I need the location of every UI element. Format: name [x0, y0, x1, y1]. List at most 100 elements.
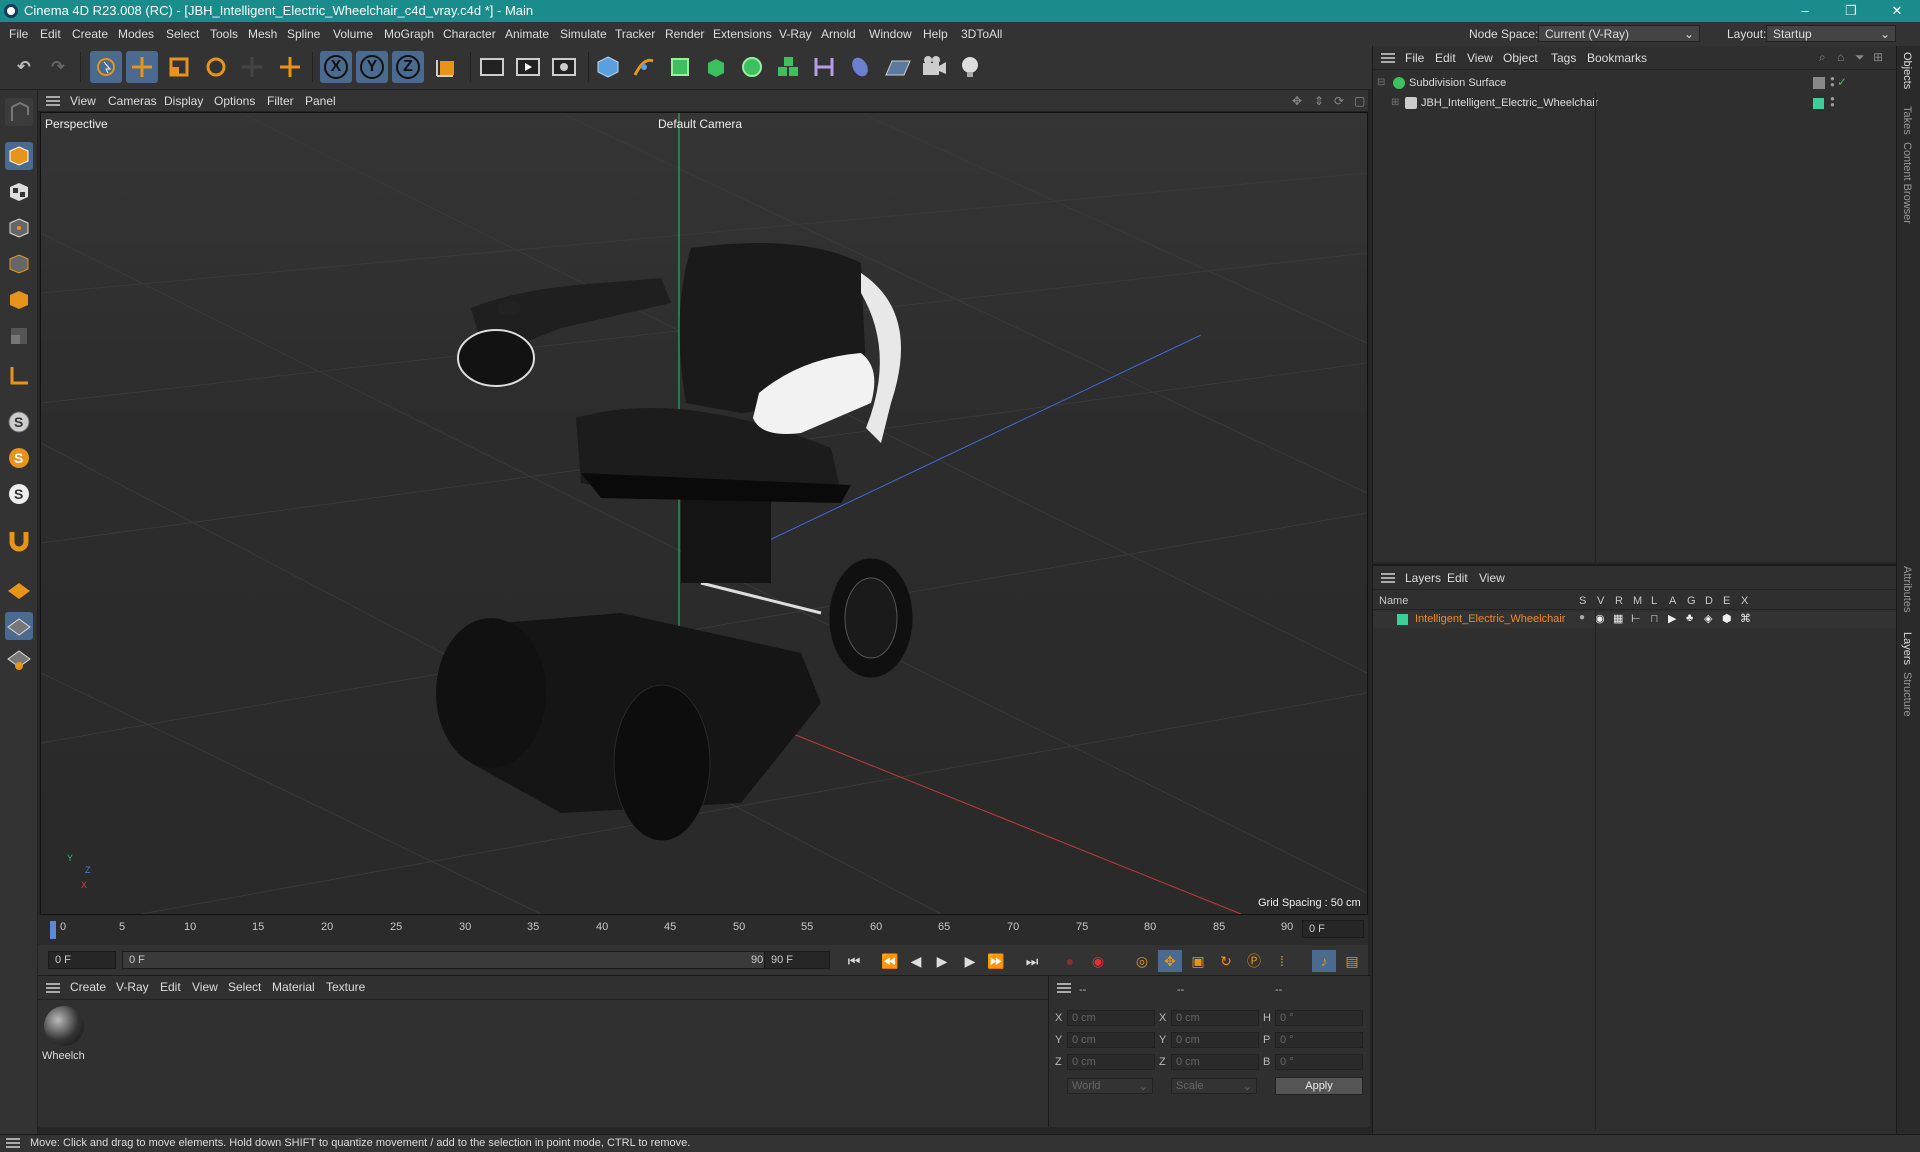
wheelchair-model[interactable] — [436, 243, 914, 842]
filter-icon[interactable]: ⏷ — [1855, 50, 1865, 65]
menu-file[interactable]: File — [9, 27, 28, 41]
rotate-tool-icon[interactable] — [200, 51, 232, 83]
tab-objects[interactable]: Objects — [1901, 52, 1913, 89]
menu-volume[interactable]: Volume — [333, 27, 373, 41]
object-menu-tags[interactable]: Tags — [1551, 51, 1576, 65]
next-key-icon[interactable]: ⏩ — [984, 950, 1008, 972]
coordinate-mode-dropdown[interactable]: World ⌄ — [1067, 1078, 1153, 1094]
rotation-b-field[interactable]: 0 ° — [1275, 1054, 1363, 1070]
deformers-icon[interactable]: ◈ — [1704, 612, 1712, 625]
object-row[interactable]: ⊟ Subdivision Surface ● ● ✓ — [1373, 75, 1897, 92]
manager-hierarchy-icon[interactable]: ⊢ — [1631, 612, 1641, 625]
undo-icon[interactable]: ↶ — [8, 51, 40, 83]
uv-mode-icon[interactable] — [5, 322, 33, 350]
layout-dropdown[interactable]: Startup ⌄ — [1766, 25, 1896, 42]
layer-color-icon[interactable] — [1813, 98, 1824, 109]
menu-render[interactable]: Render — [665, 27, 704, 41]
column-e[interactable]: E — [1723, 595, 1730, 607]
object-menu-edit[interactable]: Edit — [1435, 51, 1456, 65]
record-disabled-icon[interactable]: ● — [1058, 950, 1082, 972]
position-x-field[interactable]: 0 cm — [1067, 1010, 1155, 1026]
axis-mode-icon[interactable] — [5, 362, 33, 390]
move-tool-icon[interactable] — [126, 51, 158, 83]
render-clapper-icon[interactable]: ▦ — [1613, 612, 1623, 625]
view-eye-icon[interactable]: ◉ — [1595, 612, 1605, 625]
start-frame-field[interactable]: 0 F — [48, 951, 116, 969]
material-menu-select[interactable]: Select — [228, 980, 261, 994]
menu-mograph[interactable]: MoGraph — [384, 27, 434, 41]
live-select-icon[interactable] — [274, 51, 306, 83]
viewport-menu-options[interactable]: Options — [214, 94, 255, 108]
frame-range-slider[interactable]: 0 F 90 F — [122, 951, 782, 969]
subdivision-generator-icon[interactable] — [664, 51, 696, 83]
object-menu-file[interactable]: File — [1405, 51, 1424, 65]
locked-workplane-icon[interactable] — [5, 646, 33, 674]
hamburger-icon[interactable] — [1057, 983, 1071, 993]
material-menu-vray[interactable]: V-Ray — [116, 980, 149, 994]
menu-select[interactable]: Select — [166, 27, 199, 41]
menu-character[interactable]: Character — [443, 27, 496, 41]
mograph-icon[interactable] — [772, 51, 804, 83]
visibility-dots-icon[interactable]: ● ● — [1830, 95, 1835, 109]
apply-button[interactable]: Apply — [1275, 1077, 1363, 1095]
viewport-menu-view[interactable]: View — [70, 94, 96, 108]
texture-mode-icon[interactable] — [5, 178, 33, 206]
object-menu-view[interactable]: View — [1467, 51, 1493, 65]
home-icon[interactable]: ⌂ — [1837, 50, 1844, 64]
material-menu-texture[interactable]: Texture — [326, 980, 365, 994]
viewport-menu-panel[interactable]: Panel — [305, 94, 336, 108]
column-l[interactable]: L — [1651, 595, 1657, 607]
menu-arnold[interactable]: Arnold — [821, 27, 856, 41]
expand-icon[interactable]: ⊞ — [1391, 97, 1399, 108]
playhead-marker[interactable] — [50, 921, 56, 939]
make-editable-icon[interactable] — [5, 98, 33, 126]
key-pla-icon[interactable]: ⁞ — [1270, 950, 1294, 972]
lock-icon[interactable]: ⊓ — [1650, 612, 1659, 625]
size-mode-dropdown[interactable]: Scale ⌄ — [1171, 1078, 1257, 1094]
hamburger-icon[interactable] — [6, 1138, 20, 1148]
hamburger-icon[interactable] — [46, 96, 60, 106]
tab-attributes[interactable]: Attributes — [1901, 566, 1913, 612]
solo-icon[interactable]: ● — [1579, 612, 1585, 623]
extrude-generator-icon[interactable] — [700, 51, 732, 83]
rotation-h-field[interactable]: 0 ° — [1275, 1010, 1363, 1026]
select-tool-icon[interactable] — [90, 51, 122, 83]
axis-y-button[interactable]: Y — [356, 51, 388, 83]
generators-icon[interactable]: ♣ — [1686, 612, 1693, 624]
object-menu-bookmarks[interactable]: Bookmarks — [1587, 51, 1647, 65]
layer-tag-icon[interactable] — [1813, 77, 1825, 89]
floor-icon[interactable] — [882, 51, 914, 83]
node-space-dropdown[interactable]: Current (V-Ray) ⌄ — [1538, 25, 1700, 42]
object-name[interactable]: JBH_Intelligent_Electric_Wheelchair — [1421, 97, 1598, 109]
grid-workplane-icon[interactable] — [5, 612, 33, 640]
render-picture-viewer-icon[interactable] — [512, 51, 544, 83]
workplane-icon[interactable] — [5, 576, 33, 604]
polygons-mode-icon[interactable] — [5, 286, 33, 314]
cloner-icon[interactable] — [736, 51, 768, 83]
tab-takes[interactable]: Takes — [1901, 106, 1913, 135]
position-z-field[interactable]: 0 cm — [1067, 1054, 1155, 1070]
menu-window[interactable]: Window — [869, 27, 912, 41]
add-icon[interactable]: ⊞ — [1873, 50, 1883, 64]
field-icon[interactable] — [844, 51, 876, 83]
menu-help[interactable]: Help — [923, 27, 948, 41]
perspective-viewport[interactable]: Perspective Default Camera Grid Spacing … — [40, 112, 1368, 915]
visibility-dots-icon[interactable]: ● ● — [1830, 75, 1835, 89]
go-to-start-icon[interactable]: ⏮ — [842, 950, 866, 972]
layer-name[interactable]: Intelligent_Electric_Wheelchair — [1415, 613, 1565, 625]
workplane-snap-icon[interactable]: S — [5, 480, 33, 508]
object-name[interactable]: Subdivision Surface — [1409, 77, 1506, 89]
viewport-menu-filter[interactable]: Filter — [267, 94, 294, 108]
column-m[interactable]: M — [1633, 595, 1642, 607]
camera-icon[interactable] — [918, 51, 950, 83]
search-icon[interactable]: ⌕ — [1819, 50, 1826, 65]
object-row[interactable]: ⊞ JBH_Intelligent_Electric_Wheelchair ● ● — [1373, 95, 1897, 112]
viewport-menu-display[interactable]: Display — [164, 94, 203, 108]
auto-key-icon[interactable]: ◉ — [1086, 950, 1110, 972]
key-rotation-icon[interactable]: ↻ — [1214, 950, 1238, 972]
column-v[interactable]: V — [1597, 595, 1604, 607]
current-frame-field[interactable]: 0 F — [1302, 920, 1364, 938]
menu-edit[interactable]: Edit — [40, 27, 61, 41]
close-button[interactable]: ✕ — [1874, 0, 1920, 22]
menu-mesh[interactable]: Mesh — [248, 27, 277, 41]
